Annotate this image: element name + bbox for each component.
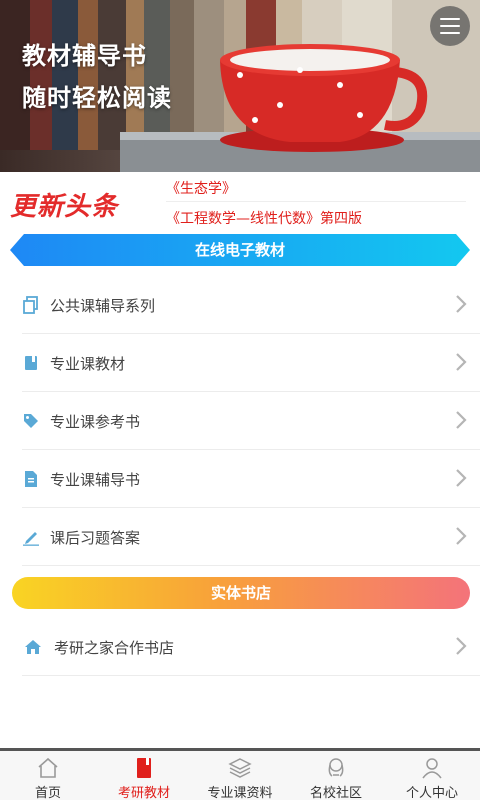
- bottom-nav: 首页 考研教材 专业课资料 名校社区 个人中心: [0, 748, 480, 800]
- book-icon: [137, 758, 151, 778]
- section-title: 在线电子教材: [194, 241, 285, 259]
- list-item-label: 公共课辅导系列: [50, 297, 156, 315]
- headlines-logo: 更新头条: [10, 192, 119, 222]
- section-physical-store: 实体书店: [12, 577, 470, 609]
- hero-banner[interactable]: 教材辅导书 随时轻松阅读: [0, 0, 480, 172]
- nav-label: 名校社区: [309, 786, 362, 800]
- person-icon: [422, 758, 442, 779]
- list-item-label: 专业课参考书: [50, 413, 141, 431]
- hamburger-icon: [440, 18, 460, 20]
- headline-item[interactable]: 《生态学》: [166, 178, 236, 198]
- menu-button[interactable]: [430, 6, 470, 46]
- community-icon: [328, 758, 344, 777]
- nav-label: 考研教材: [117, 786, 170, 800]
- list-item-public-course[interactable]: 公共课辅导系列: [22, 276, 480, 334]
- list-item-major-tutorial[interactable]: 专业课辅导书: [22, 450, 480, 508]
- nav-community[interactable]: 名校社区: [288, 751, 384, 800]
- tag-icon: [24, 414, 38, 428]
- home-outline-icon: [38, 757, 58, 778]
- list-item-exercise-answers[interactable]: 课后习题答案: [22, 508, 480, 566]
- list-item-label: 专业课教材: [50, 355, 126, 373]
- list-item-major-textbook[interactable]: 专业课教材: [22, 334, 480, 392]
- banner-title-line1: 教材辅导书: [22, 42, 147, 70]
- nav-profile[interactable]: 个人中心: [384, 751, 480, 800]
- banner-title-line2: 随时轻松阅读: [22, 84, 172, 112]
- section-title: 实体书店: [210, 584, 271, 602]
- headline-item[interactable]: 《工程数学—线性代数》第四版: [166, 208, 362, 228]
- list-item-label: 考研之家合作书店: [54, 639, 175, 657]
- list-item-partner-bookstore[interactable]: 考研之家合作书店: [22, 618, 480, 676]
- list-item-label: 课后习题答案: [50, 529, 141, 547]
- news-headlines: 更新头条 《生态学》 《工程数学—线性代数》第四版: [0, 172, 480, 232]
- copy-icon: [23, 296, 38, 314]
- nav-label: 首页: [34, 786, 61, 800]
- nav-home[interactable]: 首页: [0, 751, 96, 800]
- divider: [166, 201, 466, 202]
- chevron-right-icon: [456, 527, 467, 545]
- book-icon: [25, 356, 37, 370]
- layers-icon: [228, 758, 252, 778]
- document-icon: [25, 471, 37, 487]
- chevron-right-icon: [456, 411, 467, 429]
- nav-materials[interactable]: 专业课资料: [192, 751, 288, 800]
- home-icon: [25, 640, 41, 654]
- nav-textbooks[interactable]: 考研教材: [96, 751, 192, 800]
- chevron-right-icon: [456, 295, 467, 313]
- nav-label: 专业课资料: [207, 786, 273, 800]
- section-online-textbooks: 在线电子教材: [10, 234, 470, 266]
- pencil-icon: [23, 532, 39, 546]
- chevron-right-icon: [456, 469, 467, 487]
- nav-label: 个人中心: [405, 786, 458, 800]
- chevron-right-icon: [456, 637, 467, 655]
- chevron-right-icon: [456, 353, 467, 371]
- list-item-label: 专业课辅导书: [50, 471, 141, 489]
- list-item-major-reference[interactable]: 专业课参考书: [22, 392, 480, 450]
